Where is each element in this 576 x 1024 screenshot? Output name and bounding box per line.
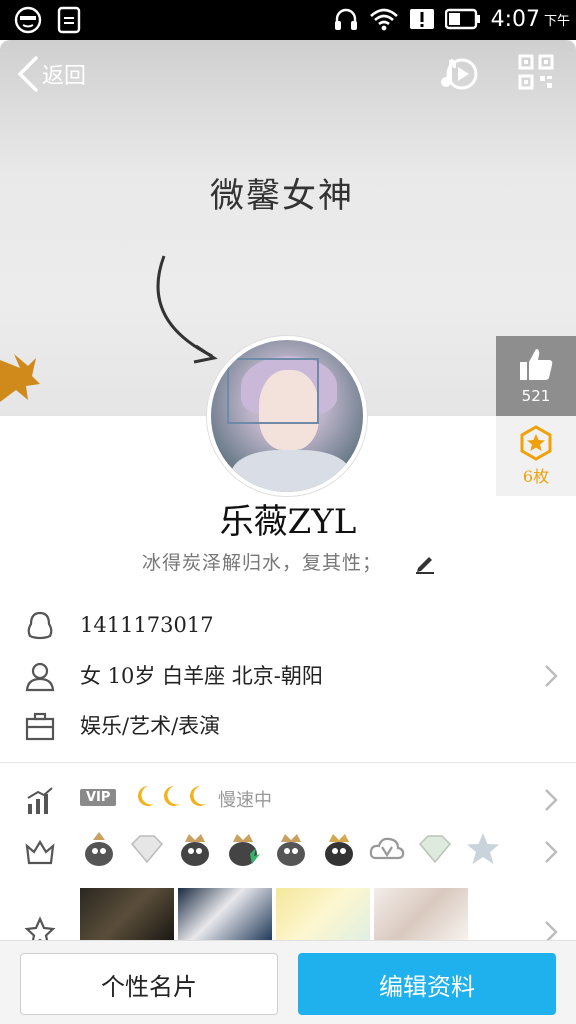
moon-icon (138, 786, 154, 806)
like-count: 521 (521, 387, 551, 405)
emoji-icon (14, 6, 42, 34)
qq-number-row: 1411173017 (0, 600, 576, 650)
cover-title: 微馨女神 (210, 176, 354, 216)
personal-card-button[interactable]: 个性名片 (20, 953, 278, 1015)
clock-time: 4:07 (490, 6, 540, 32)
level-chart-icon (27, 787, 53, 814)
occupation-row: 娱乐/艺术/表演 (0, 700, 576, 750)
wifi-icon (369, 8, 398, 31)
penguin-badge-icon[interactable] (80, 830, 118, 868)
photo-thumbnail[interactable] (374, 888, 468, 940)
document-icon (57, 6, 81, 34)
diamond-icon[interactable] (128, 830, 166, 868)
medal-button[interactable]: 6枚 (496, 416, 576, 496)
personal-info-row[interactable]: 女 10岁 白羊座 北京-朝阳 (0, 650, 576, 700)
diamond-icon[interactable] (416, 830, 454, 868)
clock-ampm: 下午 (543, 13, 570, 29)
qq-number: 1411173017 (80, 613, 214, 637)
like-button[interactable]: 521 (496, 336, 576, 416)
penguin-badge-icon[interactable] (272, 830, 310, 868)
qr-code-icon[interactable] (518, 54, 554, 90)
chevron-right-icon (545, 841, 558, 863)
photo-thumbnail[interactable] (178, 888, 272, 940)
status-bar: 4:07 下午 (0, 0, 576, 40)
medal-star-icon (520, 425, 552, 461)
briefcase-icon (25, 712, 55, 741)
section-divider (0, 762, 576, 763)
photo-thumbnail[interactable] (276, 888, 370, 940)
thumbs-up-icon (520, 349, 553, 380)
occupation: 娱乐/艺术/表演 (80, 714, 221, 738)
back-label: 返回 (42, 64, 87, 89)
badge-list (80, 830, 502, 868)
cloud-v-icon[interactable] (368, 830, 406, 868)
photo-thumbnail[interactable] (80, 888, 174, 940)
personal-info: 女 10岁 白羊座 北京-朝阳 (80, 664, 323, 688)
user-icon (25, 662, 55, 692)
headphones-icon (334, 8, 357, 30)
chevron-right-icon (545, 665, 558, 687)
chevron-right-icon (545, 789, 558, 811)
avatar[interactable] (207, 336, 367, 496)
photo-strip (80, 888, 468, 940)
level-moons (134, 784, 208, 808)
star-badge-icon[interactable] (464, 830, 502, 868)
penguin-badge-icon[interactable] (176, 830, 214, 868)
vip-badge: VIP (80, 789, 117, 806)
moon-icon (190, 786, 206, 806)
level-speed-text: 慢速中 (218, 790, 272, 811)
edit-profile-button[interactable]: 编辑资料 (298, 953, 556, 1015)
penguin-badge-icon[interactable] (224, 830, 262, 868)
arrow-doodle-icon (156, 255, 218, 364)
crown-icon (25, 839, 55, 865)
moon-icon (164, 786, 180, 806)
chevron-left-icon (17, 56, 38, 92)
music-play-icon[interactable] (438, 54, 478, 94)
battery-icon (444, 8, 480, 30)
medal-count: 6枚 (522, 467, 550, 486)
penguin-badge-icon[interactable] (320, 830, 358, 868)
edit-pencil-icon[interactable] (414, 552, 436, 574)
back-button[interactable]: 返回 (14, 54, 86, 94)
maple-leaf-icon (0, 354, 40, 402)
nickname: 乐薇ZYL (219, 502, 357, 542)
penguin-icon (27, 611, 53, 640)
bottom-action-bar: 个性名片 编辑资料 (0, 940, 576, 1024)
alert-icon (409, 9, 434, 29)
signature: 冰得炭泽解归水，复其性； (142, 552, 383, 574)
